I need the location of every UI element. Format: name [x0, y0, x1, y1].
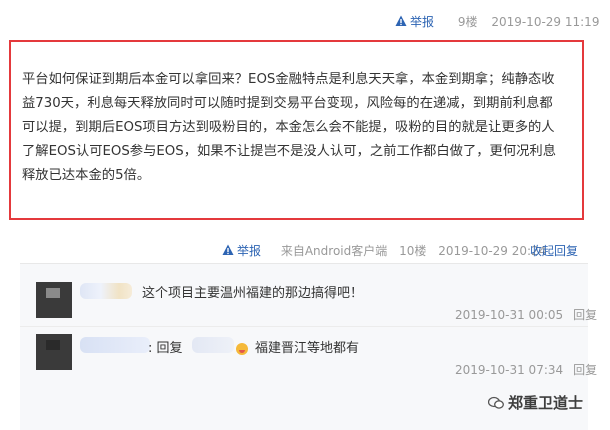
report-label: 举报	[410, 15, 435, 29]
post-line: 益730天，利息每天释放同时可以随时提到交易平台变现，风险每的在递减，到期前利息…	[22, 96, 553, 111]
collapse-replies-button[interactable]: 收起回复	[530, 242, 578, 259]
reply-meta: 举报 来自Android客户端 10楼 2019-10-29 20:24	[222, 242, 554, 259]
floor-number: 9楼	[457, 15, 478, 29]
post-meta: 举报 9楼 2019-10-29 11:19	[395, 13, 609, 30]
reply-link[interactable]: 回复	[573, 363, 597, 377]
sub-reply-timestamp: 2019-10-31 07:34	[455, 363, 564, 377]
watermark-text: 郑重卫道士	[508, 394, 584, 412]
divider	[20, 326, 588, 327]
wechat-icon	[488, 396, 504, 409]
client-source: 来自Android客户端	[280, 244, 388, 258]
warning-icon	[222, 244, 234, 255]
watermark: 郑重卫道士	[488, 392, 583, 413]
emoji-icon	[236, 343, 248, 355]
avatar[interactable]	[36, 282, 72, 318]
sub-reply-meta: 2019-10-31 07:34 回复	[455, 361, 597, 378]
report-link[interactable]: 举报	[395, 15, 448, 29]
reply-link[interactable]: 回复	[573, 308, 597, 322]
post-timestamp: 2019-10-29 11:19	[491, 15, 600, 29]
reply-prefix: : 回复	[148, 341, 183, 356]
floor-number: 10楼	[399, 244, 427, 258]
sub-reply-timestamp: 2019-10-31 00:05	[455, 308, 564, 322]
sub-reply-text: 这个项目主要温州福建的那边搞得吧！	[142, 286, 364, 301]
report-link[interactable]: 举报	[222, 244, 273, 258]
post-content: 平台如何保证到期后本金可以拿回来？EOS金融特点是利息天天拿，本金到期拿；纯静态…	[22, 68, 587, 188]
post-line: 可以提，到期后EOS项目方达到吸粉目的，本金怎么会不能提，吸粉的目的就是让更多的…	[22, 120, 555, 135]
username-blurred[interactable]	[80, 283, 132, 299]
report-label: 举报	[237, 244, 262, 258]
warning-icon	[395, 15, 407, 26]
username-blurred[interactable]	[80, 337, 150, 353]
post-line: 了解EOS认可EOS参与EOS，如果不让提岂不是没人认可，之前工作都白做了，更何…	[22, 144, 557, 159]
post-line: 释放已达本金的5倍。	[22, 168, 151, 183]
post-line: 平台如何保证到期后本金可以拿回来？EOS金融特点是利息天天拿，本金到期拿；纯静态…	[22, 72, 555, 87]
sub-reply-text: 福建晋江等地都有	[255, 341, 360, 356]
avatar[interactable]	[36, 334, 72, 370]
reply-target-blurred[interactable]	[192, 337, 234, 353]
sub-reply-meta: 2019-10-31 00:05 回复	[455, 306, 597, 323]
